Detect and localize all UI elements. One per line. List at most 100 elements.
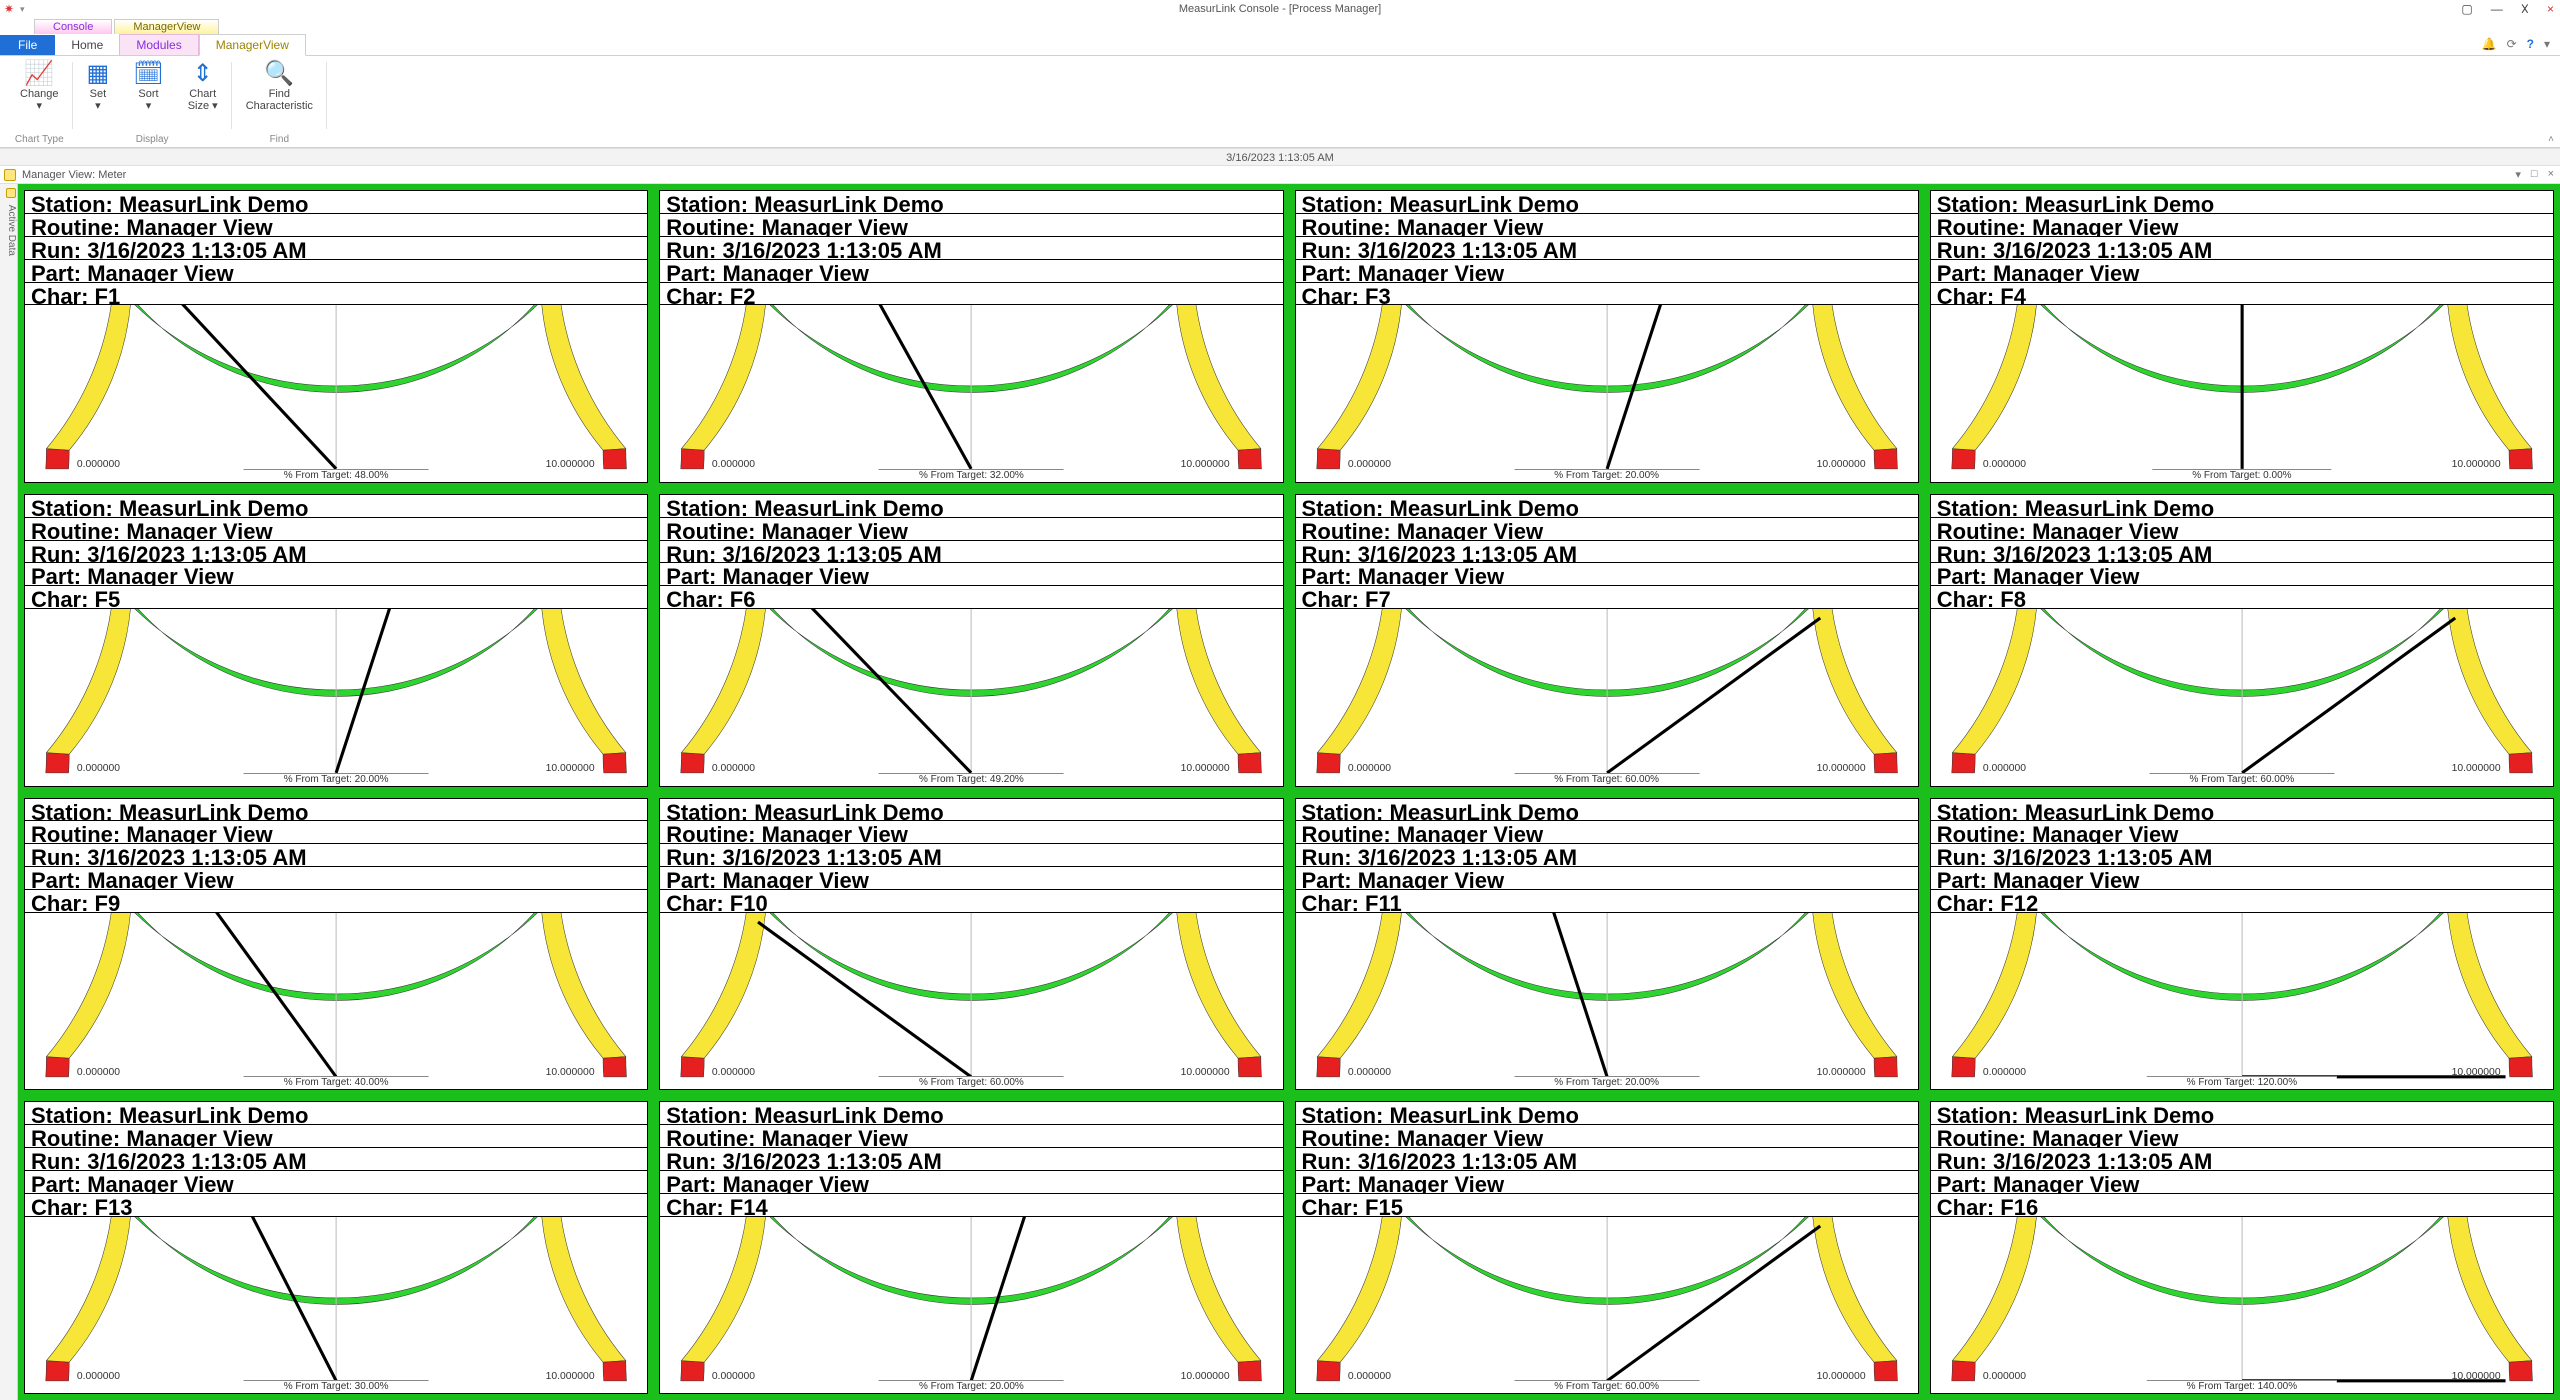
gauge-panel[interactable]: Station: MeasurLink DemoRoutine: Manager…	[1926, 794, 2558, 1095]
gauge-panel[interactable]: Station: MeasurLink DemoRoutine: Manager…	[1291, 794, 1923, 1095]
gauge-panel[interactable]: Station: MeasurLink DemoRoutine: Manager…	[655, 794, 1287, 1095]
svg-text:7.500000: 7.500000	[2386, 913, 2429, 915]
station-line: Station: MeasurLink Demo	[659, 1101, 1283, 1125]
char-line: Char: F15	[1295, 1194, 1919, 1217]
gauge-panel[interactable]: Station: MeasurLink DemoRoutine: Manager…	[1291, 490, 1923, 791]
gauge-meter: 0.000000 2.500000 7.500000 10.000000% Fr…	[1295, 305, 1919, 482]
panel-maximize-icon[interactable]: □	[2531, 168, 2538, 181]
panel-close-icon[interactable]: ×	[2548, 168, 2554, 181]
mdi-restore-icon[interactable]: —	[2491, 2, 2503, 16]
help-icon[interactable]: ?	[2527, 37, 2534, 51]
char-line: Char: F3	[1295, 283, 1919, 306]
ribbon-tab-strip: File Home Modules ManagerView 🔔 ⟳ ? ▾	[0, 34, 2560, 56]
group-label-chart-type: Chart Type	[6, 134, 73, 145]
window-close-icon[interactable]: ×	[2547, 2, 2554, 16]
gauge-panel[interactable]: Station: MeasurLink DemoRoutine: Manager…	[655, 490, 1287, 791]
context-tab-managerview[interactable]: ManagerView	[114, 19, 219, 34]
routine-line: Routine: Manager View	[24, 214, 648, 237]
routine-line: Routine: Manager View	[659, 214, 1283, 237]
ribbon-tab-modules[interactable]: Modules	[119, 34, 198, 55]
station-line: Station: MeasurLink Demo	[1295, 1101, 1919, 1125]
svg-text:0.000000: 0.000000	[77, 1067, 120, 1078]
gauge-meter: 0.000000 2.500000 7.500000 10.000000% Fr…	[659, 1217, 1283, 1394]
part-line: Part: Manager View	[1295, 260, 1919, 283]
ribbon-tab-file[interactable]: File	[0, 35, 55, 55]
part-line: Part: Manager View	[24, 1171, 648, 1194]
ribbon-tab-home[interactable]: Home	[55, 35, 119, 55]
group-label-find: Find	[232, 134, 327, 145]
char-line: Char: F1	[24, 283, 648, 306]
gauge-panel[interactable]: Station: MeasurLink DemoRoutine: Manager…	[20, 186, 652, 487]
svg-text:2.500000: 2.500000	[1413, 609, 1456, 611]
station-line: Station: MeasurLink Demo	[1930, 190, 2554, 214]
ribbon-tab-managerview[interactable]: ManagerView	[199, 34, 306, 56]
svg-text:7.500000: 7.500000	[480, 305, 523, 307]
svg-text:10.000000: 10.000000	[546, 1067, 595, 1078]
svg-text:10.000000: 10.000000	[1816, 459, 1865, 470]
svg-text:10.000000: 10.000000	[1816, 1370, 1865, 1381]
svg-text:7.500000: 7.500000	[2386, 305, 2429, 307]
gauge-panel[interactable]: Station: MeasurLink DemoRoutine: Manager…	[1291, 186, 1923, 487]
gauge-panel[interactable]: Station: MeasurLink DemoRoutine: Manager…	[20, 794, 652, 1095]
svg-text:7.500000: 7.500000	[1115, 305, 1158, 307]
gauge-meter: 0.000000 2.500000 7.500000 10.000000% Fr…	[1295, 913, 1919, 1090]
side-tab-label: Active Data	[6, 205, 17, 256]
svg-text:2.500000: 2.500000	[2048, 305, 2091, 307]
gauge-panel[interactable]: Station: MeasurLink DemoRoutine: Manager…	[655, 1097, 1287, 1398]
routine-line: Routine: Manager View	[659, 1125, 1283, 1148]
refresh-icon[interactable]: ⟳	[2507, 37, 2517, 51]
ribbon-collapse-icon[interactable]: ˄	[2548, 134, 2554, 145]
char-line: Char: F2	[659, 283, 1283, 306]
svg-text:2.500000: 2.500000	[778, 1217, 821, 1219]
ribbon: 📈 Change ▾ Chart Type ▦ Set ▾ 🗓 Sort ▾ ⇕…	[0, 56, 2560, 148]
gauge-meter: 0.000000 2.500000 7.500000 10.000000% Fr…	[1930, 305, 2554, 482]
change-chart-button[interactable]: 📈 Change ▾	[16, 60, 63, 114]
svg-text:2.500000: 2.500000	[2048, 1217, 2091, 1219]
run-line: Run: 3/16/2023 1:13:05 AM	[1295, 844, 1919, 867]
char-line: Char: F7	[1295, 586, 1919, 609]
routine-line: Routine: Manager View	[24, 821, 648, 844]
gauge-grid: Station: MeasurLink DemoRoutine: Manager…	[18, 184, 2560, 1400]
qat-dropdown-icon[interactable]: ▾	[20, 4, 25, 15]
run-line: Run: 3/16/2023 1:13:05 AM	[659, 844, 1283, 867]
view-header-icon	[4, 169, 16, 181]
part-line: Part: Manager View	[24, 563, 648, 586]
svg-text:2.500000: 2.500000	[143, 609, 186, 611]
gauge-panel[interactable]: Station: MeasurLink DemoRoutine: Manager…	[1926, 186, 2558, 487]
part-line: Part: Manager View	[1930, 1171, 2554, 1194]
pct-from-target-label: % From Target: 20.00%	[1514, 1076, 1699, 1088]
panel-dropdown-icon[interactable]: ▾	[2515, 168, 2521, 181]
run-line: Run: 3/16/2023 1:13:05 AM	[659, 1148, 1283, 1171]
char-line: Char: F14	[659, 1194, 1283, 1217]
gauge-panel[interactable]: Station: MeasurLink DemoRoutine: Manager…	[1926, 490, 2558, 791]
mdi-close-icon[interactable]: 𐌢	[2521, 2, 2529, 16]
pct-from-target-label: % From Target: 60.00%	[1514, 1380, 1699, 1392]
gauge-panel[interactable]: Station: MeasurLink DemoRoutine: Manager…	[655, 186, 1287, 487]
svg-text:10.000000: 10.000000	[546, 459, 595, 470]
gauge-panel[interactable]: Station: MeasurLink DemoRoutine: Manager…	[20, 1097, 652, 1398]
part-line: Part: Manager View	[24, 867, 648, 890]
notifications-icon[interactable]: 🔔	[2482, 37, 2497, 51]
svg-text:0.000000: 0.000000	[712, 459, 755, 470]
svg-text:2.500000: 2.500000	[1413, 913, 1456, 915]
side-tab-active-data[interactable]: Active Data	[0, 184, 18, 1400]
context-tab-console[interactable]: Console	[34, 19, 112, 34]
svg-text:10.000000: 10.000000	[546, 1370, 595, 1381]
run-line: Run: 3/16/2023 1:13:05 AM	[24, 237, 648, 260]
char-line: Char: F4	[1930, 283, 2554, 306]
mdi-minimize-icon[interactable]: ▢	[2461, 2, 2472, 16]
routine-line: Routine: Manager View	[24, 1125, 648, 1148]
find-characteristic-button[interactable]: 🔍 Find Characteristic	[242, 60, 317, 114]
set-button[interactable]: ▦ Set ▾	[83, 60, 114, 114]
station-line: Station: MeasurLink Demo	[24, 798, 648, 822]
gauge-panel[interactable]: Station: MeasurLink DemoRoutine: Manager…	[1291, 1097, 1923, 1398]
svg-text:10.000000: 10.000000	[1181, 1067, 1230, 1078]
part-line: Part: Manager View	[1930, 867, 2554, 890]
gauge-meter: 0.000000 2.500000 7.500000 10.000000% Fr…	[659, 913, 1283, 1090]
chart-size-button[interactable]: ⇕ Chart Size ▾	[184, 60, 222, 114]
gauge-panel[interactable]: Station: MeasurLink DemoRoutine: Manager…	[1926, 1097, 2558, 1398]
svg-text:7.500000: 7.500000	[480, 609, 523, 611]
gauge-panel[interactable]: Station: MeasurLink DemoRoutine: Manager…	[20, 490, 652, 791]
sort-button[interactable]: 🗓 Sort ▾	[129, 60, 167, 114]
options-dropdown-icon[interactable]: ▾	[2544, 37, 2550, 51]
